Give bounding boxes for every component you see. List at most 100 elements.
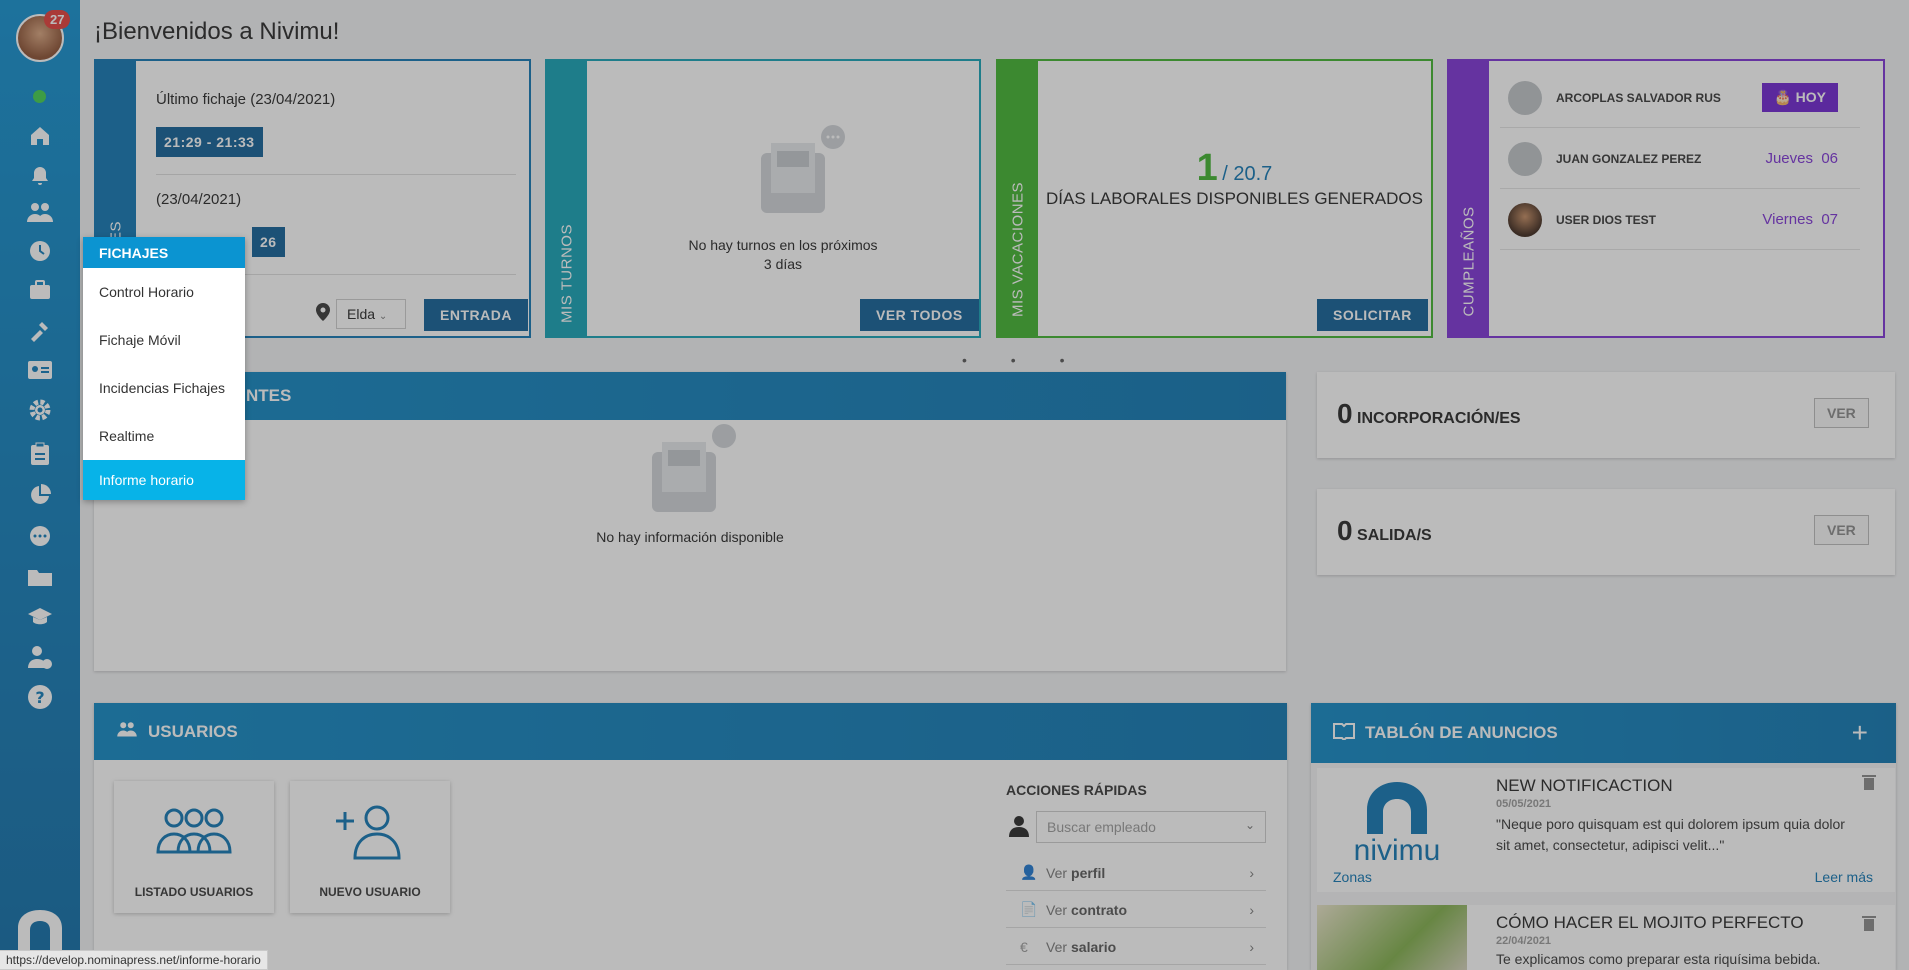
user-money-icon[interactable]: [26, 643, 54, 671]
person-icon: [1008, 815, 1030, 842]
ver-contrato-item[interactable]: 📄 Ver contrato ›: [1006, 892, 1266, 928]
nuevo-usuario-label: NUEVO USUARIO: [319, 885, 421, 899]
solicitar-button[interactable]: SOLICITAR: [1317, 299, 1428, 331]
incorporaciones-card: 0 INCORPORACIÓN/ES VER: [1317, 372, 1895, 458]
svg-text:?: ?: [35, 688, 44, 707]
menu-item-control-horario[interactable]: Control Horario: [83, 268, 245, 316]
birthday-row: USER DIOS TEST Viernes 07: [1500, 190, 1860, 250]
clipboard-icon[interactable]: [26, 440, 54, 468]
announcement-title: NEW NOTIFICACTION: [1496, 776, 1673, 795]
ver-todos-button[interactable]: VER TODOS: [860, 299, 979, 331]
menu-item-fichaje-movil[interactable]: Fichaje Móvil: [83, 316, 245, 364]
announcement-item[interactable]: nivimu Zonas NEW NOTIFICACTION 05/05/202…: [1317, 768, 1895, 892]
help-icon[interactable]: ?: [26, 683, 54, 711]
book-icon: [1333, 722, 1355, 745]
salidas-ver-button[interactable]: VER: [1814, 515, 1869, 545]
fichaje-time-2: 26: [252, 227, 285, 257]
euro-icon: €: [1020, 938, 1028, 955]
empty-inbox-icon: [634, 422, 744, 527]
location-pin-icon: [316, 303, 330, 326]
people-icon[interactable]: [26, 198, 54, 226]
folder-icon[interactable]: [26, 563, 54, 591]
nuevo-usuario-tile[interactable]: NUEVO USUARIO: [290, 781, 450, 913]
location-select[interactable]: Elda ⌄: [336, 299, 406, 329]
vacaciones-caption: DÍAS LABORALES DISPONIBLES GENERADOS: [1046, 189, 1423, 208]
anuncios-title: TABLÓN DE ANUNCIOS: [1365, 723, 1558, 742]
carousel-dots[interactable]: • • •: [962, 352, 1084, 368]
turnos-empty-line2: 3 días: [763, 256, 803, 272]
page-title: ¡Bienvenidos a Nivimu!: [94, 18, 340, 45]
trash-icon[interactable]: [1862, 774, 1876, 795]
menu-item-realtime[interactable]: Realtime: [83, 412, 245, 460]
leer-mas-link[interactable]: Leer más: [1815, 869, 1873, 885]
pendientes-empty: No hay información disponible: [596, 529, 784, 545]
ver-salario-item[interactable]: € Ver salario ›: [1006, 929, 1266, 965]
cumpleanos-strip-label: CUMPLEAÑOS: [1460, 206, 1478, 317]
turnos-empty-line1: No hay turnos en los próximos: [688, 237, 878, 253]
add-user-icon: [335, 804, 405, 863]
chevron-right-icon: ›: [1249, 864, 1254, 881]
birthday-date: Jueves 06: [1765, 150, 1838, 167]
hoy-badge: 🎂 HOY: [1762, 83, 1838, 112]
users-group-icon: [154, 806, 234, 859]
announcement-item[interactable]: CÓMO HACER EL MOJITO PERFECTO 22/04/2021…: [1317, 905, 1895, 970]
pie-chart-icon[interactable]: [26, 481, 54, 509]
people-icon: [116, 720, 138, 743]
fichaje-date-2: (23/04/2021): [156, 191, 242, 208]
incorporaciones-count: 0: [1337, 398, 1353, 429]
turnos-card: MIS TURNOS No hay turnos en los próximos…: [545, 59, 981, 338]
turnos-strip-label: MIS TURNOS: [558, 224, 576, 323]
empty-inbox-icon: [743, 123, 853, 228]
birthday-date: Viernes 07: [1762, 211, 1838, 228]
id-card-icon[interactable]: [26, 356, 54, 384]
listado-usuarios-label: LISTADO USUARIOS: [134, 885, 254, 899]
menu-item-informe-horario[interactable]: Informe horario: [83, 460, 245, 500]
birthday-name: ARCOPLAS SALVADOR RUS: [1556, 90, 1721, 105]
announcement-text: Te explicamos como preparar esta riquísi…: [1496, 951, 1821, 967]
user-avatar-photo: [1508, 202, 1542, 237]
bell-icon[interactable]: [26, 162, 54, 190]
ver-perfil-item[interactable]: 👤 Ver perfil ›: [1006, 855, 1266, 891]
graduation-icon[interactable]: [26, 603, 54, 631]
chevron-down-icon: ⌄: [378, 311, 388, 322]
birthday-name: USER DIOS TEST: [1556, 212, 1657, 227]
listado-usuarios-tile[interactable]: LISTADO USUARIOS: [114, 781, 274, 913]
chat-icon[interactable]: [26, 522, 54, 550]
chevron-down-icon: ⌄: [1244, 818, 1255, 832]
fichajes-menu: FICHAJES Control Horario Fichaje Móvil I…: [83, 237, 245, 500]
entrada-button[interactable]: ENTRADA: [424, 299, 528, 331]
chevron-right-icon: ›: [1249, 901, 1254, 918]
default-avatar-icon: [1508, 141, 1542, 176]
nivimu-logo-icon: [14, 908, 66, 956]
clock-icon[interactable]: [26, 237, 54, 265]
briefcase-icon[interactable]: [26, 276, 54, 304]
vacaciones-available: 1: [1196, 147, 1218, 189]
salidas-count: 0: [1337, 515, 1353, 546]
announcement-tag[interactable]: Zonas: [1333, 869, 1372, 885]
birthday-name: JUAN GONZALEZ PEREZ: [1556, 151, 1702, 166]
notification-badge: 27: [44, 10, 71, 29]
cake-icon: 🎂: [1774, 89, 1792, 105]
trash-icon[interactable]: [1862, 915, 1876, 936]
fichaje-time-1: 21:29 - 21:33: [156, 127, 263, 157]
gear-icon[interactable]: [26, 396, 54, 424]
salidas-card: 0 SALIDA/S VER: [1317, 489, 1895, 575]
announcement-title: CÓMO HACER EL MOJITO PERFECTO: [1496, 913, 1804, 932]
pendientes-panel: NTES No hay información disponible: [94, 372, 1286, 671]
buscar-empleado-select[interactable]: Buscar empleado ⌄: [1036, 811, 1266, 843]
fichajes-menu-header: FICHAJES: [83, 237, 245, 268]
svg-text:nivimu: nivimu: [1354, 834, 1441, 864]
incorporaciones-ver-button[interactable]: VER: [1814, 398, 1869, 428]
online-status-dot: [33, 90, 46, 103]
chevron-right-icon: ›: [1249, 938, 1254, 955]
birthday-row: ARCOPLAS SALVADOR RUS 🎂 HOY: [1500, 68, 1860, 128]
salidas-label: SALIDA/S: [1357, 527, 1432, 544]
announcement-date: 05/05/2021: [1496, 798, 1552, 810]
menu-item-incidencias-fichajes[interactable]: Incidencias Fichajes: [83, 364, 245, 412]
mojito-image: [1317, 905, 1467, 970]
nivimu-logo-icon: nivimu: [1325, 774, 1470, 867]
home-icon[interactable]: [26, 122, 54, 150]
tools-icon[interactable]: [26, 316, 54, 344]
vacaciones-strip-label: MIS VACACIONES: [1009, 181, 1027, 318]
add-announcement-button[interactable]: +: [1852, 717, 1868, 749]
